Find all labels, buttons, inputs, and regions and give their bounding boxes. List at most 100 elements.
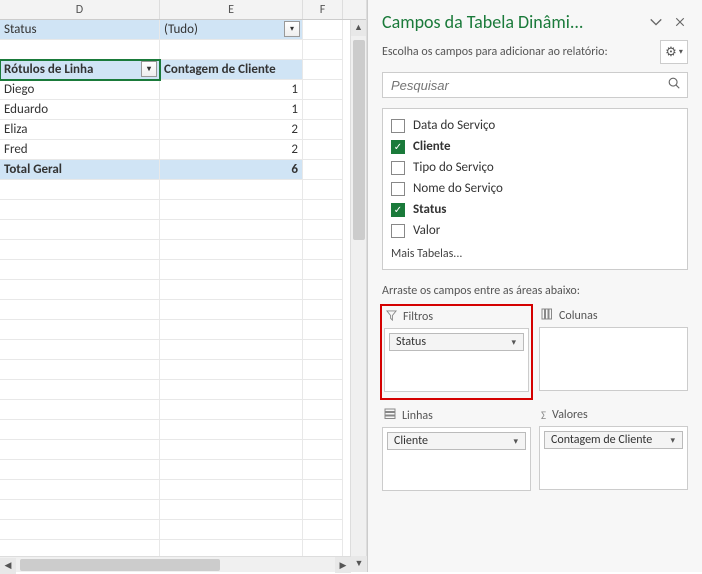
value-cell[interactable]: 2 xyxy=(160,140,303,160)
empty-cell[interactable] xyxy=(0,500,160,520)
filter-value-cell[interactable]: (Tudo) ▾ xyxy=(160,20,303,40)
chevron-down-icon[interactable]: ▾ xyxy=(666,435,679,446)
row-label-cell[interactable]: Eduardo xyxy=(0,100,160,120)
value-cell[interactable]: 2 xyxy=(160,120,303,140)
empty-cell[interactable] xyxy=(160,340,303,360)
empty-cell[interactable] xyxy=(303,400,343,420)
empty-cell[interactable] xyxy=(0,400,160,420)
field-item[interactable]: Valor xyxy=(383,220,687,241)
empty-cell[interactable] xyxy=(303,80,343,100)
search-input-container[interactable] xyxy=(382,72,688,98)
empty-cell[interactable] xyxy=(0,320,160,340)
empty-cell[interactable] xyxy=(0,300,160,320)
empty-cell[interactable] xyxy=(160,380,303,400)
column-header-e[interactable]: E xyxy=(160,0,303,19)
field-item[interactable]: Cliente xyxy=(383,136,687,157)
filter-label-cell[interactable]: Status xyxy=(0,20,160,40)
search-input[interactable] xyxy=(389,77,667,94)
scroll-thumb[interactable] xyxy=(353,40,365,240)
empty-cell[interactable] xyxy=(303,200,343,220)
empty-cell[interactable] xyxy=(160,300,303,320)
horizontal-scrollbar[interactable]: ◀ ▶ xyxy=(0,556,351,572)
empty-cell[interactable] xyxy=(0,260,160,280)
field-item[interactable]: Nome do Serviço xyxy=(383,178,687,199)
scroll-down-button[interactable]: ▼ xyxy=(351,556,367,572)
empty-cell[interactable] xyxy=(160,440,303,460)
empty-cell[interactable] xyxy=(303,300,343,320)
empty-cell[interactable] xyxy=(303,480,343,500)
empty-cell[interactable] xyxy=(160,520,303,540)
field-token-status[interactable]: Status ▾ xyxy=(389,333,524,351)
empty-cell[interactable] xyxy=(303,260,343,280)
area-columns-well[interactable] xyxy=(539,327,688,391)
scroll-right-button[interactable]: ▶ xyxy=(335,557,351,573)
empty-cell[interactable] xyxy=(303,160,343,180)
empty-cell[interactable] xyxy=(160,200,303,220)
empty-cell[interactable] xyxy=(0,40,160,60)
row-label-cell[interactable]: Diego xyxy=(0,80,160,100)
checkbox[interactable] xyxy=(391,140,405,154)
checkbox[interactable] xyxy=(391,161,405,175)
empty-cell[interactable] xyxy=(0,480,160,500)
area-rows-well[interactable]: Cliente ▾ xyxy=(382,427,531,491)
empty-cell[interactable] xyxy=(0,280,160,300)
scroll-left-button[interactable]: ◀ xyxy=(0,558,16,574)
row-labels-header-cell[interactable]: Rótulos de Linha ▾ xyxy=(0,60,160,80)
chevron-down-icon[interactable]: ▾ xyxy=(507,337,520,348)
more-tables-link[interactable]: Mais Tabelas... xyxy=(383,241,687,263)
field-token-cliente[interactable]: Cliente ▾ xyxy=(387,432,526,450)
checkbox[interactable] xyxy=(391,119,405,133)
empty-cell[interactable] xyxy=(0,440,160,460)
field-item[interactable]: Status xyxy=(383,199,687,220)
empty-cell[interactable] xyxy=(303,40,343,60)
empty-cell[interactable] xyxy=(0,240,160,260)
empty-cell[interactable] xyxy=(303,220,343,240)
value-cell[interactable]: 1 xyxy=(160,80,303,100)
value-cell[interactable]: 1 xyxy=(160,100,303,120)
row-label-cell[interactable]: Eliza xyxy=(0,120,160,140)
empty-cell[interactable] xyxy=(303,280,343,300)
empty-cell[interactable] xyxy=(160,420,303,440)
empty-cell[interactable] xyxy=(160,360,303,380)
empty-cell[interactable] xyxy=(160,180,303,200)
empty-cell[interactable] xyxy=(303,440,343,460)
options-button[interactable]: ⚙▾ xyxy=(660,40,688,64)
empty-cell[interactable] xyxy=(0,180,160,200)
empty-cell[interactable] xyxy=(303,500,343,520)
empty-cell[interactable] xyxy=(0,380,160,400)
total-label-cell[interactable]: Total Geral xyxy=(0,160,160,180)
empty-cell[interactable] xyxy=(160,480,303,500)
empty-cell[interactable] xyxy=(303,420,343,440)
empty-cell[interactable] xyxy=(303,320,343,340)
empty-cell[interactable] xyxy=(160,500,303,520)
empty-cell[interactable] xyxy=(303,140,343,160)
values-header-cell[interactable]: Contagem de Cliente xyxy=(160,60,303,80)
empty-cell[interactable] xyxy=(160,240,303,260)
empty-cell[interactable] xyxy=(0,200,160,220)
empty-cell[interactable] xyxy=(303,520,343,540)
column-header-d[interactable]: D xyxy=(0,0,160,19)
field-item[interactable]: Tipo do Serviço xyxy=(383,157,687,178)
total-value-cell[interactable]: 6 xyxy=(160,160,303,180)
empty-cell[interactable] xyxy=(303,380,343,400)
empty-cell[interactable] xyxy=(0,460,160,480)
empty-cell[interactable] xyxy=(303,180,343,200)
checkbox[interactable] xyxy=(391,182,405,196)
area-values-well[interactable]: Contagem de Cliente ▾ xyxy=(539,426,688,490)
empty-cell[interactable] xyxy=(0,420,160,440)
empty-cell[interactable] xyxy=(160,320,303,340)
empty-cell[interactable] xyxy=(303,240,343,260)
scroll-up-button[interactable]: ▲ xyxy=(351,20,366,36)
empty-cell[interactable] xyxy=(0,340,160,360)
empty-cell[interactable] xyxy=(303,100,343,120)
filter-dropdown-button[interactable]: ▾ xyxy=(284,21,300,37)
checkbox[interactable] xyxy=(391,224,405,238)
empty-cell[interactable] xyxy=(303,20,343,40)
column-header-f[interactable]: F xyxy=(303,0,343,19)
empty-cell[interactable] xyxy=(160,260,303,280)
empty-cell[interactable] xyxy=(0,520,160,540)
row-label-cell[interactable]: Fred xyxy=(0,140,160,160)
empty-cell[interactable] xyxy=(160,400,303,420)
chevron-down-icon[interactable] xyxy=(644,10,668,34)
empty-cell[interactable] xyxy=(0,360,160,380)
